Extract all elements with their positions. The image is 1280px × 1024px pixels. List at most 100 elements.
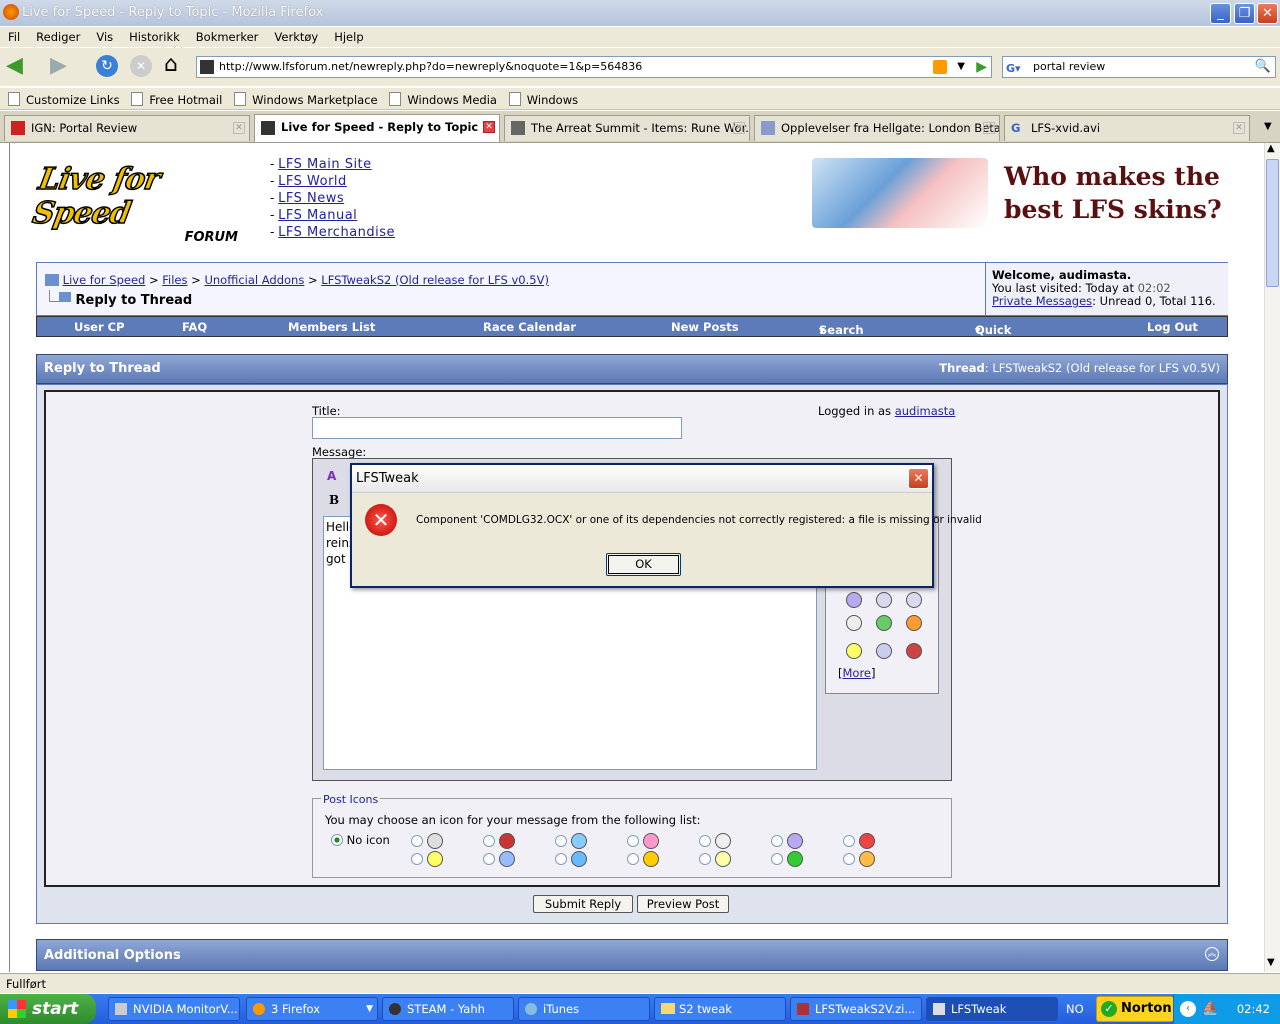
nav-log-out[interactable]: Log Out	[1147, 320, 1198, 334]
smilie-icon[interactable]	[906, 643, 922, 659]
private-messages-link[interactable]: Private Messages	[992, 294, 1092, 308]
submit-reply-button[interactable]: Submit Reply	[533, 895, 633, 913]
url-input[interactable]: http://www.lfsforum.net/newreply.php?do=…	[196, 56, 992, 78]
close-tab-icon[interactable]: ✕	[733, 122, 745, 134]
nav-new-posts[interactable]: New Posts	[671, 320, 739, 334]
forward-icon[interactable]: ▶	[50, 55, 67, 77]
tab-lfs-xvid[interactable]: G LFS-xvid.avi ✕	[1004, 115, 1250, 141]
menu-rediger[interactable]: Rediger	[28, 27, 88, 44]
logged-in-user-link[interactable]: audimasta	[895, 404, 956, 418]
menu-verktoy[interactable]: Verktøy	[266, 27, 326, 44]
scroll-down-icon[interactable]: ▼	[1267, 957, 1275, 968]
tab-arreat-summit[interactable]: The Arreat Summit - Items: Rune Wor... ✕	[504, 115, 750, 141]
menu-hjelp[interactable]: Hjelp	[326, 27, 371, 44]
post-icon-radio[interactable]	[771, 835, 783, 847]
post-icon-option[interactable]	[843, 833, 875, 849]
scroll-up-icon[interactable]: ▲	[1267, 143, 1275, 154]
post-icon-option[interactable]	[483, 833, 515, 849]
post-icon-option[interactable]	[699, 851, 731, 867]
post-icon-option[interactable]	[627, 851, 659, 867]
search-icon[interactable]: 🔍	[1255, 57, 1271, 77]
smilie-icon[interactable]	[846, 643, 862, 659]
bookmark-windows-media[interactable]: Windows Media	[389, 92, 497, 107]
tab-ign-portal-review[interactable]: IGN: Portal Review ✕	[4, 115, 250, 141]
nav-members-list[interactable]: Members List	[288, 320, 375, 334]
tab-live-for-speed[interactable]: Live for Speed - Reply to Topic ✕	[254, 114, 500, 142]
close-tab-icon[interactable]: ✕	[483, 121, 495, 133]
title-input[interactable]	[312, 417, 682, 439]
minimize-button[interactable]: _	[1210, 3, 1231, 24]
tab-list-dropdown-icon[interactable]: ▼	[1264, 121, 1272, 132]
smilie-icon[interactable]	[846, 615, 862, 631]
rss-icon[interactable]	[933, 60, 947, 74]
taskbar-steam[interactable]: STEAM - Yahh	[382, 997, 514, 1021]
nav-race-calendar[interactable]: Race Calendar	[483, 320, 576, 334]
close-tab-icon[interactable]: ✕	[983, 122, 995, 134]
post-icon-radio[interactable]	[483, 853, 495, 865]
post-icon-option[interactable]	[411, 833, 443, 849]
close-tab-icon[interactable]: ✕	[1233, 122, 1245, 134]
norton-button[interactable]: ✓ Norton	[1096, 996, 1174, 1022]
post-icon-option[interactable]	[771, 833, 803, 849]
home-icon[interactable]: ⌂	[164, 54, 178, 76]
bookmark-windows[interactable]: Windows	[509, 92, 578, 107]
post-icon-radio[interactable]	[411, 853, 423, 865]
go-icon[interactable]: ▶	[976, 57, 987, 77]
link-lfs-manual[interactable]: LFS Manual	[278, 208, 357, 223]
tray-expand-icon[interactable]: ‹	[1180, 1001, 1196, 1017]
post-icon-option[interactable]	[411, 851, 443, 867]
post-icon-option[interactable]	[771, 851, 803, 867]
smilie-icon[interactable]	[906, 592, 922, 608]
link-lfs-news[interactable]: LFS News	[278, 191, 344, 206]
lfs-forum-logo[interactable]: Live for Speed FORUM	[29, 161, 260, 245]
nav-faq[interactable]: FAQ	[182, 320, 207, 334]
preview-post-button[interactable]: Preview Post	[637, 895, 729, 913]
post-icon-option[interactable]	[699, 833, 731, 849]
radio-no-icon[interactable]	[331, 834, 343, 846]
no-icon-option[interactable]: No icon	[331, 833, 390, 847]
network-icon[interactable]: ⛵	[1202, 994, 1218, 1024]
smilie-icon[interactable]	[876, 592, 892, 608]
smilie-icon[interactable]	[876, 643, 892, 659]
post-icon-option[interactable]	[555, 851, 587, 867]
forum-home-icon[interactable]	[45, 274, 59, 286]
collapse-icon[interactable]: ︽	[1205, 947, 1219, 961]
scroll-thumb[interactable]	[1266, 159, 1279, 287]
post-icon-option[interactable]	[627, 833, 659, 849]
breadcrumb-live-for-speed[interactable]: Live for Speed	[63, 273, 146, 287]
smilie-icon[interactable]	[906, 615, 922, 631]
post-icon-option[interactable]	[843, 851, 875, 867]
nav-user-cp[interactable]: User CP	[74, 320, 125, 334]
taskbar-itunes[interactable]: iTunes	[518, 997, 650, 1021]
smilie-icon[interactable]	[846, 592, 862, 608]
dialog-close-button[interactable]: ✕	[908, 468, 929, 489]
search-input[interactable]: G▾ portal review 🔍	[1002, 56, 1276, 78]
url-dropdown-icon[interactable]: ▼	[957, 57, 965, 77]
bold-button[interactable]: B	[329, 493, 339, 507]
post-icon-radio[interactable]	[627, 853, 639, 865]
dialog-ok-button[interactable]: OK	[606, 553, 681, 576]
close-window-button[interactable]: ✕	[1257, 3, 1278, 24]
menu-fil[interactable]: Fil	[0, 27, 28, 44]
post-icon-radio[interactable]	[843, 835, 855, 847]
post-icon-radio[interactable]	[771, 853, 783, 865]
post-icon-radio[interactable]	[483, 835, 495, 847]
post-icon-radio[interactable]	[555, 835, 567, 847]
link-lfs-main-site[interactable]: LFS Main Site	[278, 157, 372, 172]
post-icon-radio[interactable]	[411, 835, 423, 847]
breadcrumb-thread[interactable]: LFSTweakS2 (Old release for LFS v0.5V)	[321, 273, 549, 287]
post-icon-radio[interactable]	[699, 853, 711, 865]
bookmark-free-hotmail[interactable]: Free Hotmail	[131, 92, 222, 107]
post-icon-radio[interactable]	[699, 835, 711, 847]
smilie-icon[interactable]	[876, 615, 892, 631]
bookmark-customize-links[interactable]: Customize Links	[8, 92, 120, 107]
additional-options-header[interactable]: Additional Options ︽	[36, 939, 1228, 971]
post-icon-radio[interactable]	[627, 835, 639, 847]
taskbar-nvidia[interactable]: NVIDIA MonitorV...	[108, 997, 240, 1021]
post-icon-option[interactable]	[483, 851, 515, 867]
bookmark-windows-marketplace[interactable]: Windows Marketplace	[234, 92, 377, 107]
taskbar-s2-tweak[interactable]: S2 tweak	[654, 997, 786, 1021]
tab-hellgate[interactable]: Opplevelser fra Hellgate: London Beta...…	[754, 115, 1000, 141]
menu-vis[interactable]: Vis	[88, 27, 121, 44]
start-button[interactable]: start	[0, 994, 96, 1024]
